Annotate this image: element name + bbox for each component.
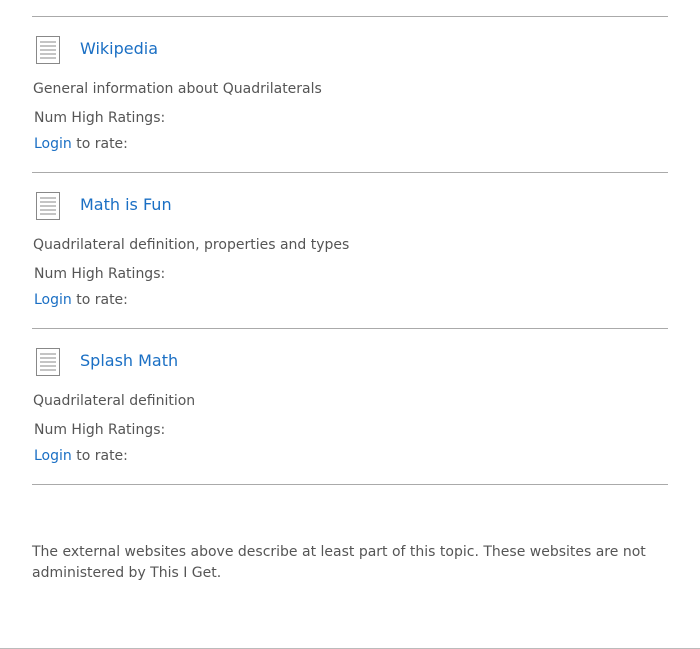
rate-suffix: to rate:: [71, 448, 128, 464]
resource-description: General information about Quadrilaterals: [33, 81, 322, 97]
num-high-ratings-label: Num High Ratings:: [34, 422, 166, 438]
rate-row: Login to rate:: [34, 291, 128, 309]
external-websites-disclaimer: The external websites above describe at …: [32, 544, 646, 581]
rate-row: Login to rate:: [34, 135, 128, 153]
resource-list: Wikipedia General information about Quad…: [32, 16, 668, 485]
resource-description: Quadrilateral definition, properties and…: [33, 237, 350, 253]
rate-suffix: to rate:: [71, 292, 128, 308]
login-link[interactable]: Login: [34, 292, 72, 308]
resource-title-link[interactable]: Math is Fun: [80, 195, 172, 215]
resource-title-link[interactable]: Wikipedia: [80, 39, 158, 59]
resource-item: Wikipedia General information about Quad…: [32, 16, 668, 172]
num-high-ratings-label: Num High Ratings:: [34, 110, 166, 126]
rate-suffix: to rate:: [71, 136, 128, 152]
login-link[interactable]: Login: [34, 136, 72, 152]
document-icon: [36, 192, 60, 220]
resource-title-link[interactable]: Splash Math: [80, 351, 178, 371]
rate-row: Login to rate:: [34, 447, 128, 465]
document-icon: [36, 348, 60, 376]
login-link[interactable]: Login: [34, 448, 72, 464]
resource-item: Splash Math Quadrilateral definition Num…: [32, 328, 668, 485]
document-icon: [36, 36, 60, 64]
resource-item: Math is Fun Quadrilateral definition, pr…: [32, 172, 668, 328]
num-high-ratings-label: Num High Ratings:: [34, 266, 166, 282]
resource-description: Quadrilateral definition: [33, 393, 196, 409]
